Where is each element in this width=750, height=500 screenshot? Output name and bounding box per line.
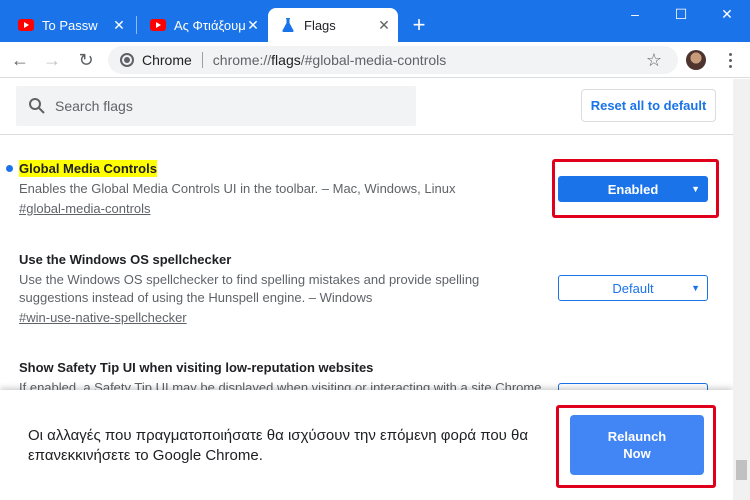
tab-title: Flags	[304, 17, 336, 33]
close-tab-icon[interactable]: ✕	[376, 17, 392, 33]
relaunch-message: Οι αλλαγές που πραγματοποιήσατε θα ισχύσ…	[28, 427, 529, 464]
tab-youtube-2[interactable]: Ας Φτιάξουμ ✕	[140, 8, 267, 42]
url-text: chrome://flags/#global-media-controls	[212, 52, 447, 68]
experiment-permalink[interactable]: #global-media-controls	[19, 200, 151, 218]
experiment-win-spellchecker: Use the Windows OS spellchecker Use the …	[19, 251, 549, 327]
relaunch-bar: Οι αλλαγές που πραγματοποιήσατε θα ισχύσ…	[0, 390, 733, 500]
new-tab-button[interactable]: +	[406, 12, 432, 38]
close-tab-icon[interactable]: ✕	[245, 17, 261, 33]
omnibox-divider	[201, 52, 203, 68]
experiment-name: Show Safety Tip UI when visiting low-rep…	[19, 360, 374, 375]
close-tab-icon[interactable]: ✕	[111, 17, 127, 33]
search-input[interactable]	[55, 98, 395, 114]
experiment-name: Use the Windows OS spellchecker	[19, 252, 232, 267]
profile-avatar[interactable]	[686, 50, 706, 70]
chrome-menu-button[interactable]	[716, 46, 744, 74]
close-window-button[interactable]: ✕	[704, 0, 750, 28]
browser-toolbar: ← → ↻ Chrome chrome://flags/#global-medi…	[0, 42, 750, 78]
experiment-state-select[interactable]: Default ▼	[558, 275, 708, 301]
maximize-button[interactable]: ☐	[658, 0, 704, 28]
reload-button[interactable]: ↻	[72, 46, 100, 74]
site-chip: Chrome	[142, 52, 192, 68]
search-icon	[28, 97, 46, 115]
forward-button[interactable]: →	[38, 46, 66, 74]
experiments-list: Global Media Controls Enables the Global…	[0, 136, 740, 390]
experiment-state-select[interactable]	[558, 383, 708, 390]
back-button[interactable]: ←	[6, 46, 34, 74]
experiment-description: Use the Windows OS spellchecker to find …	[19, 272, 480, 305]
experiment-name: Global Media Controls	[19, 160, 157, 177]
search-box[interactable]	[16, 86, 416, 126]
experiment-description: Enables the Global Media Controls UI in …	[19, 181, 456, 196]
experiment-global-media-controls: Global Media Controls Enables the Global…	[19, 160, 549, 218]
dropdown-arrow-icon: ▼	[691, 283, 700, 293]
tab-strip: Το Passw ✕ Ας Φτιάξουμ ✕ Flags ✕ + – ☐ ✕	[0, 0, 750, 42]
modified-indicator-dot	[6, 165, 13, 172]
youtube-icon	[18, 17, 34, 33]
chrome-site-icon	[120, 53, 134, 67]
page-scrollbar[interactable]	[733, 79, 750, 500]
minimize-button[interactable]: –	[612, 0, 658, 28]
tab-title: Ας Φτιάξουμ	[174, 17, 245, 33]
callout-box	[552, 159, 719, 218]
flags-header: Reset all to default	[0, 79, 740, 135]
tab-youtube-1[interactable]: Το Passw ✕	[8, 8, 133, 42]
experiment-permalink[interactable]: #win-use-native-spellchecker	[19, 309, 187, 327]
scrollbar-thumb[interactable]	[736, 460, 747, 480]
tab-separator	[136, 16, 137, 34]
tab-flags[interactable]: Flags ✕	[268, 8, 398, 42]
select-value: Default	[612, 280, 654, 296]
youtube-icon	[150, 17, 166, 33]
bookmark-star-icon[interactable]: ☆	[640, 46, 668, 74]
experiment-description: If enabled, a Safety Tip UI may be displ…	[19, 380, 542, 390]
callout-box	[556, 405, 716, 488]
reset-all-button[interactable]: Reset all to default	[581, 89, 716, 122]
address-bar[interactable]: Chrome chrome://flags/#global-media-cont…	[108, 46, 678, 74]
flask-icon	[280, 17, 296, 33]
experiment-safety-tip: Show Safety Tip UI when visiting low-rep…	[19, 359, 549, 390]
tab-title: Το Passw	[42, 17, 98, 33]
